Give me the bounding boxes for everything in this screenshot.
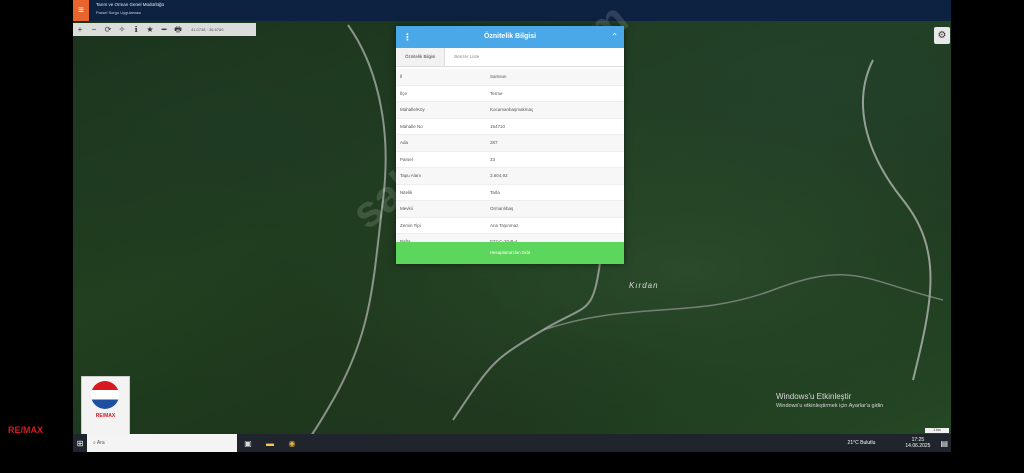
windows-taskbar: ⊞ ⌕ Ara ▣ ▬ ◉ 21°C Bulutlu 17:25 14.06.2… [73, 434, 951, 452]
windows-activation-notice: Windows'u Etkinleştir Windows'u etkinleş… [776, 392, 883, 409]
activation-body: Windows'u etkinleştirmek için Ayarlar'a … [776, 403, 884, 409]
remax-caption: RE/MAX [8, 425, 44, 435]
table-row: Mahalle No 164710 [396, 119, 624, 135]
road-line [862, 59, 932, 381]
clock[interactable]: 17:25 14.06.2025 [905, 437, 930, 449]
calculate-button[interactable]: Hesaplama'dan tıkla [396, 242, 624, 264]
clock-date: 14.06.2025 [905, 443, 931, 449]
weather-widget[interactable]: 21°C Bulutlu [848, 440, 876, 446]
system-tray: 21°C Bulutlu 17:25 14.06.2025 ▤ [848, 437, 951, 449]
row-value: 164710 [490, 123, 506, 129]
table-row: Parsel 33 [396, 152, 624, 168]
table-row: İlçe Terme [396, 86, 624, 102]
table-row: İl Samsun [396, 69, 624, 86]
screen: ≡ Tarım ve Orman Genel Müdürlüğü Parsel … [73, 0, 951, 452]
windows-start-icon[interactable]: ⊞ [73, 439, 87, 448]
row-value: Ormanlıbaş [490, 206, 514, 212]
chevron-up-icon[interactable]: ⌃ [611, 26, 618, 48]
notification-icon[interactable]: ▤ [940, 439, 948, 448]
row-value: 3.604,93 [490, 173, 508, 179]
table-row: Zemin Tipi Ana Taşınmaz [396, 218, 624, 234]
chrome-icon[interactable]: ◉ [281, 439, 303, 448]
map-scale: 1 km [925, 428, 949, 433]
remax-logo: RE/MAX [81, 376, 130, 436]
taskbar-search[interactable]: ⌕ Ara [87, 434, 237, 452]
row-key: Mahalle No [400, 123, 423, 129]
row-value: Tarla [490, 189, 500, 195]
balloon-icon [91, 381, 119, 409]
tab-similar-list[interactable]: Benzer Liste [445, 48, 488, 66]
logo-brand: RE/MAX [95, 413, 116, 419]
row-key: İlçe [400, 90, 408, 96]
dots-vertical-icon[interactable]: ⋮ [403, 26, 412, 48]
row-value: Samsun [490, 74, 507, 80]
activation-title: Windows'u Etkinleştir [776, 392, 852, 401]
task-view-icon[interactable]: ▣ [237, 439, 259, 448]
row-key: Tapu Alanı [400, 173, 422, 179]
row-key: Mevkii [400, 206, 413, 212]
row-value: 33 [490, 156, 496, 162]
row-key: Nitelik [400, 189, 413, 195]
table-row: Tapu Alanı 3.604,93 [396, 168, 624, 185]
road-line [272, 24, 387, 452]
table-row: Ada 287 [396, 135, 624, 152]
table-row: Nitelik Tarla [396, 185, 624, 201]
attribute-table: İl Samsun İlçe Terme Mahalle/Köy Kocamanbaş… [396, 67, 624, 251]
attribute-panel: ⋮ Öznitelik Bilgisi ⌃ Öznitelik Bilgisi … [396, 26, 624, 264]
row-value: Terme [490, 90, 503, 96]
row-key: Zemin Tipi [400, 222, 421, 228]
tab-attributes[interactable]: Öznitelik Bilgisi [396, 48, 446, 66]
panel-header: ⋮ Öznitelik Bilgisi ⌃ [396, 26, 624, 48]
road-line [542, 273, 944, 331]
row-value: Ana Taşınmaz [490, 222, 519, 228]
table-row: Mevkii Ormanlıbaş [396, 201, 624, 218]
row-key: İl [400, 74, 403, 80]
row-key: Parsel [400, 156, 413, 162]
row-value: Kocamanbaşmakmaç [490, 107, 534, 113]
search-placeholder: Ara [96, 440, 105, 446]
row-value: 287 [490, 140, 498, 146]
row-key: Ada [400, 140, 409, 146]
row-key: Mahalle/Köy [400, 107, 425, 113]
table-row: Mahalle/Köy Kocamanbaşmakmaç [396, 102, 624, 119]
panel-title: Öznitelik Bilgisi [483, 33, 537, 40]
panel-tabs: Öznitelik Bilgisi Benzer Liste [396, 48, 624, 67]
place-label: Kırdan [629, 281, 659, 290]
file-explorer-icon[interactable]: ▬ [259, 439, 281, 448]
